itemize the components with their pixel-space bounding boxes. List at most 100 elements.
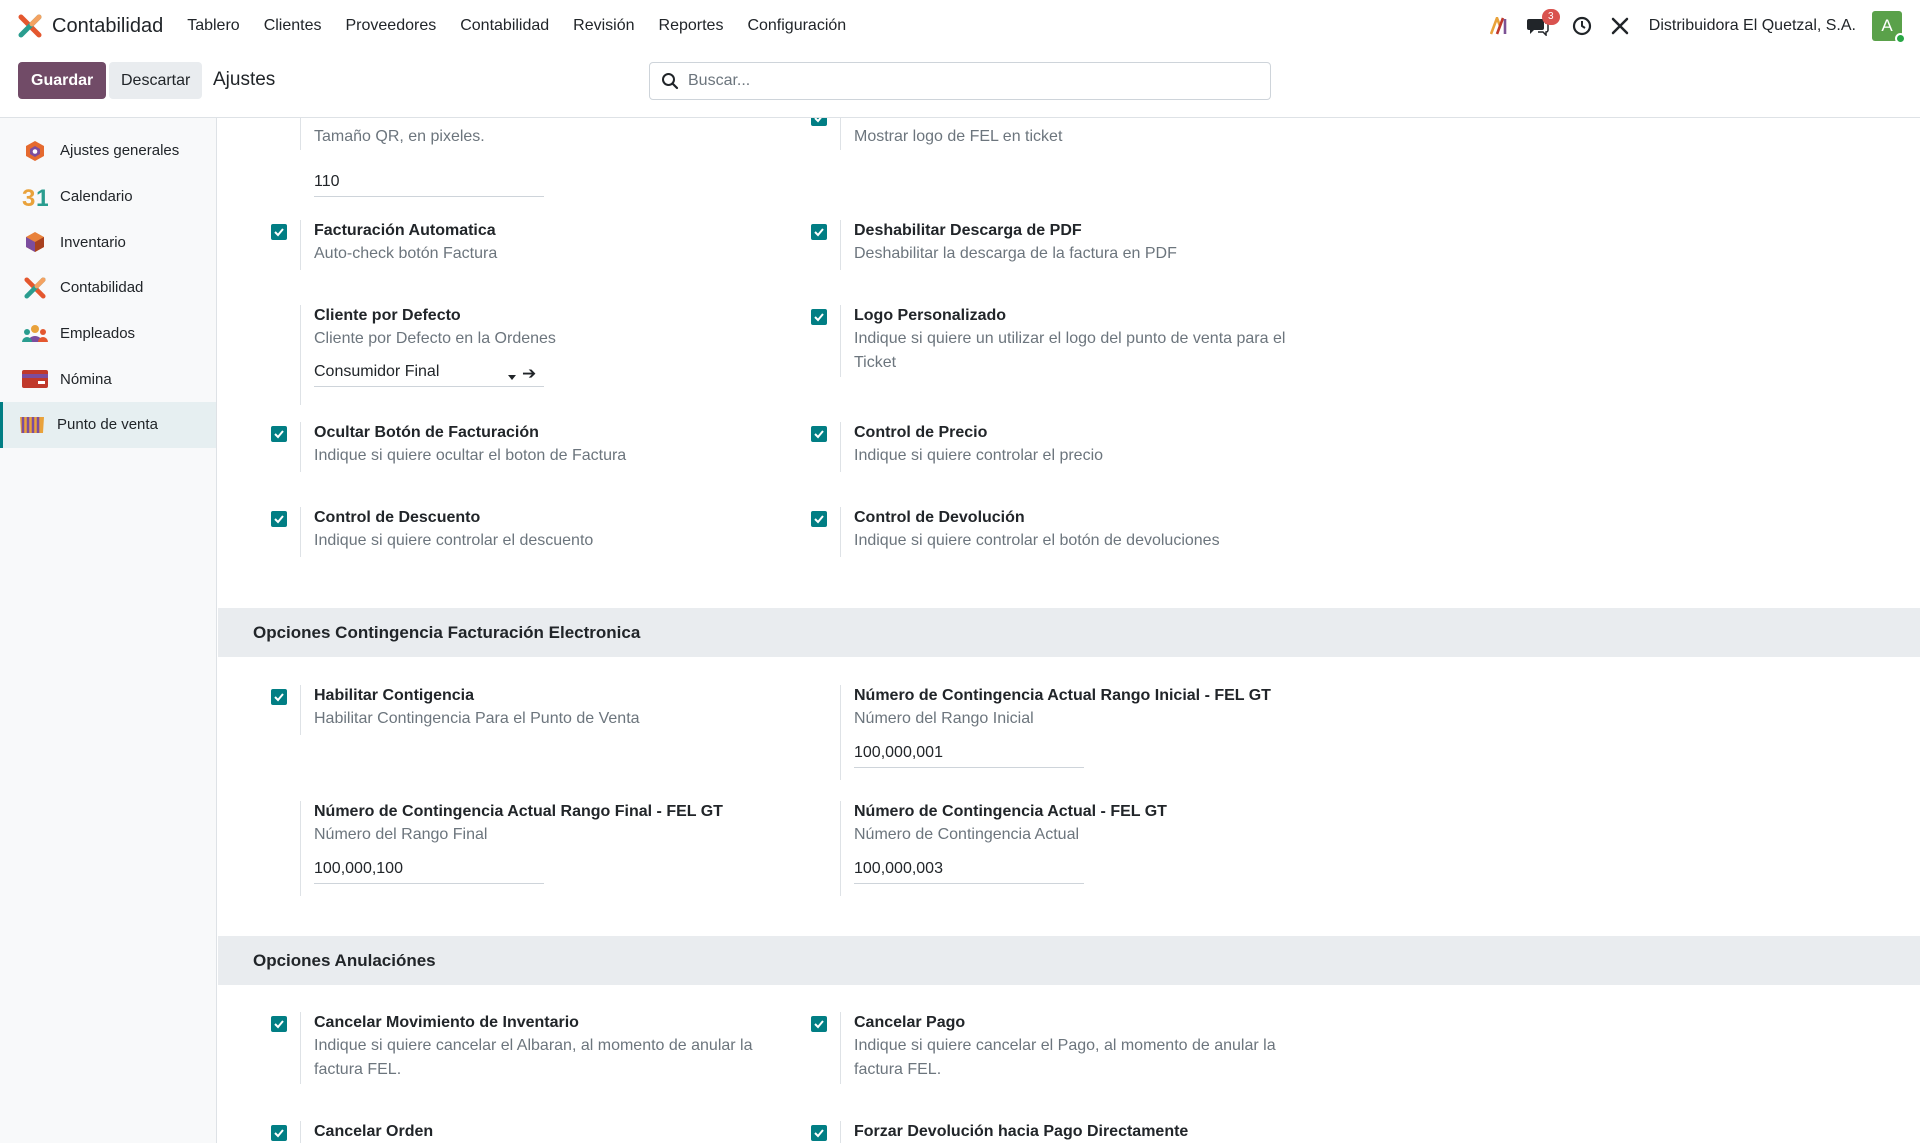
- setting-divider: [840, 422, 841, 472]
- app-brand[interactable]: Contabilidad: [0, 0, 163, 52]
- sidebar-item-accounting[interactable]: Contabilidad: [0, 265, 216, 311]
- search-input[interactable]: [688, 72, 1248, 90]
- settings-sidebar: Ajustes generales 31 Calendario Inventar…: [0, 118, 217, 1143]
- setting-description: Indique si quiere controlar el precio: [854, 447, 1104, 464]
- setting-description: Indique si quiere cancelar el Albaran, a…: [314, 1037, 753, 1078]
- sidebar-item-inventory[interactable]: Inventario: [0, 219, 216, 265]
- setting-title: Forzar Devolución hacia Pago Directament…: [854, 1123, 1189, 1140]
- enable-contingency-checkbox[interactable]: [271, 689, 287, 705]
- menu-proveedores[interactable]: Proveedores: [334, 17, 449, 35]
- setting-default-client: Cliente por Defecto Cliente por Defecto …: [218, 305, 758, 415]
- top-navbar: Contabilidad Tablero Clientes Proveedore…: [0, 0, 1920, 52]
- inventory-box-icon: [22, 230, 48, 254]
- cancel-inventory-checkbox[interactable]: [271, 1016, 287, 1032]
- sidebar-item-pos[interactable]: Punto de venta: [0, 402, 216, 448]
- setting-return-control: Control de Devolución Indique si quiere …: [758, 507, 1298, 567]
- setting-hide-invoice-button: Ocultar Botón de Facturación Indique si …: [218, 422, 758, 482]
- chevron-down-icon[interactable]: [508, 375, 516, 380]
- control-panel: Guardar Descartar Ajustes: [0, 52, 1920, 118]
- sidebar-item-label: Inventario: [60, 233, 126, 251]
- force-refund-checkbox[interactable]: [811, 1125, 827, 1141]
- employees-icon: [22, 322, 48, 346]
- setting-title: Habilitar Contigencia: [314, 687, 475, 704]
- user-avatar[interactable]: A: [1872, 11, 1906, 44]
- setting-description: Indique si quiere ocultar el boton de Fa…: [314, 447, 627, 464]
- sidebar-item-label: Contabilidad: [60, 279, 144, 297]
- online-status-dot: [1895, 33, 1906, 44]
- cancel-payment-checkbox[interactable]: [811, 1016, 827, 1032]
- discount-control-checkbox[interactable]: [271, 511, 287, 527]
- sidebar-item-label: Empleados: [60, 325, 136, 343]
- setting-divider: [840, 507, 841, 557]
- section-header-contingency: Opciones Contingencia Facturación Electr…: [218, 608, 1920, 657]
- default-client-select[interactable]: Consumidor Final: [314, 361, 544, 387]
- contingency-current-input[interactable]: 100,000,003: [854, 858, 1084, 884]
- price-control-checkbox[interactable]: [811, 426, 827, 442]
- menu-contabilidad[interactable]: Contabilidad: [448, 17, 561, 35]
- menu-revision[interactable]: Revisión: [561, 17, 646, 35]
- clock-icon[interactable]: [1571, 15, 1593, 37]
- settings-hex-icon: [22, 139, 48, 163]
- setting-description: Habilitar Contingencia Para el Punto de …: [314, 710, 640, 727]
- setting-divider: [300, 1012, 301, 1084]
- setting-cancel-payment: Cancelar Pago Indique si quiere cancelar…: [758, 1012, 1298, 1092]
- sidebar-item-employees[interactable]: Empleados: [0, 311, 216, 357]
- setting-divider: [300, 305, 301, 405]
- setting-title: Ocultar Botón de Facturación: [314, 424, 539, 441]
- menu-configuracion[interactable]: Configuración: [735, 17, 858, 35]
- setting-description: Indique si quiere controlar el botón de …: [854, 532, 1220, 549]
- search-box[interactable]: [649, 62, 1271, 100]
- cancel-order-checkbox[interactable]: [271, 1125, 287, 1141]
- discard-button[interactable]: Descartar: [109, 62, 203, 99]
- setting-title: Logo Personalizado: [854, 307, 1007, 324]
- setting-disable-pdf: Deshabilitar Descarga de PDF Deshabilita…: [758, 220, 1298, 280]
- check-icon: [814, 118, 822, 123]
- messages-count-badge: 3: [1541, 9, 1560, 25]
- check-icon: [274, 228, 284, 237]
- sidebar-item-payroll[interactable]: Nómina: [0, 356, 216, 402]
- messages-icon[interactable]: 3: [1526, 9, 1560, 37]
- qr-size-input[interactable]: 110: [314, 171, 544, 197]
- setting-force-refund: Forzar Devolución hacia Pago Directament…: [758, 1121, 1298, 1143]
- auto-invoice-checkbox[interactable]: [271, 224, 287, 240]
- disable-pdf-checkbox[interactable]: [811, 224, 827, 240]
- setting-enable-contingency: Habilitar Contigencia Habilitar Continge…: [218, 685, 758, 745]
- calendar-icon: 31: [22, 185, 48, 209]
- setting-divider: [840, 685, 841, 780]
- internal-link-arrow-icon[interactable]: ➔: [522, 364, 536, 384]
- setting-divider: [300, 1121, 301, 1143]
- return-control-checkbox[interactable]: [811, 511, 827, 527]
- contingency-range-end-input[interactable]: 100,000,100: [314, 858, 544, 884]
- contingency-range-start-input[interactable]: 100,000,001: [854, 742, 1084, 768]
- payroll-card-icon: [22, 367, 48, 391]
- show-logo-checkbox[interactable]: [811, 118, 827, 126]
- setting-cancel-inventory: Cancelar Movimiento de Inventario Indiqu…: [218, 1012, 758, 1092]
- setting-title: Control de Descuento: [314, 509, 481, 526]
- search-icon: [662, 73, 679, 90]
- setting-title: Deshabilitar Descarga de PDF: [854, 222, 1082, 239]
- setting-description: Deshabilitar la descarga de la factura e…: [854, 245, 1177, 262]
- main-menu: Tablero Clientes Proveedores Contabilida…: [175, 17, 858, 35]
- save-button[interactable]: Guardar: [18, 62, 107, 99]
- company-switcher[interactable]: Distribuidora El Quetzal, S.A.: [1649, 17, 1856, 35]
- sidebar-item-general[interactable]: Ajustes generales: [0, 128, 216, 174]
- hide-invoice-button-checkbox[interactable]: [271, 426, 287, 442]
- ai-icon[interactable]: [1489, 15, 1511, 37]
- setting-contingency-range-start: Número de Contingencia Actual Rango Inic…: [758, 685, 1298, 785]
- setting-description: Indique si quiere controlar el descuento: [314, 532, 594, 549]
- sidebar-item-label: Ajustes generales: [60, 142, 180, 160]
- custom-logo-checkbox[interactable]: [811, 309, 827, 325]
- tools-icon[interactable]: [1609, 15, 1631, 37]
- menu-clientes[interactable]: Clientes: [252, 17, 334, 35]
- check-icon: [274, 1020, 284, 1029]
- setting-title: Número de Contingencia Actual Rango Inic…: [854, 687, 1271, 704]
- setting-divider: [300, 801, 301, 896]
- setting-divider: [300, 118, 301, 150]
- menu-tablero[interactable]: Tablero: [175, 17, 251, 35]
- setting-description: Tamaño QR, en pixeles.: [314, 128, 485, 145]
- setting-divider: [840, 118, 841, 150]
- setting-divider: [300, 507, 301, 557]
- menu-reportes[interactable]: Reportes: [647, 17, 736, 35]
- sidebar-item-calendar[interactable]: 31 Calendario: [0, 174, 216, 220]
- setting-title: Control de Devolución: [854, 509, 1025, 526]
